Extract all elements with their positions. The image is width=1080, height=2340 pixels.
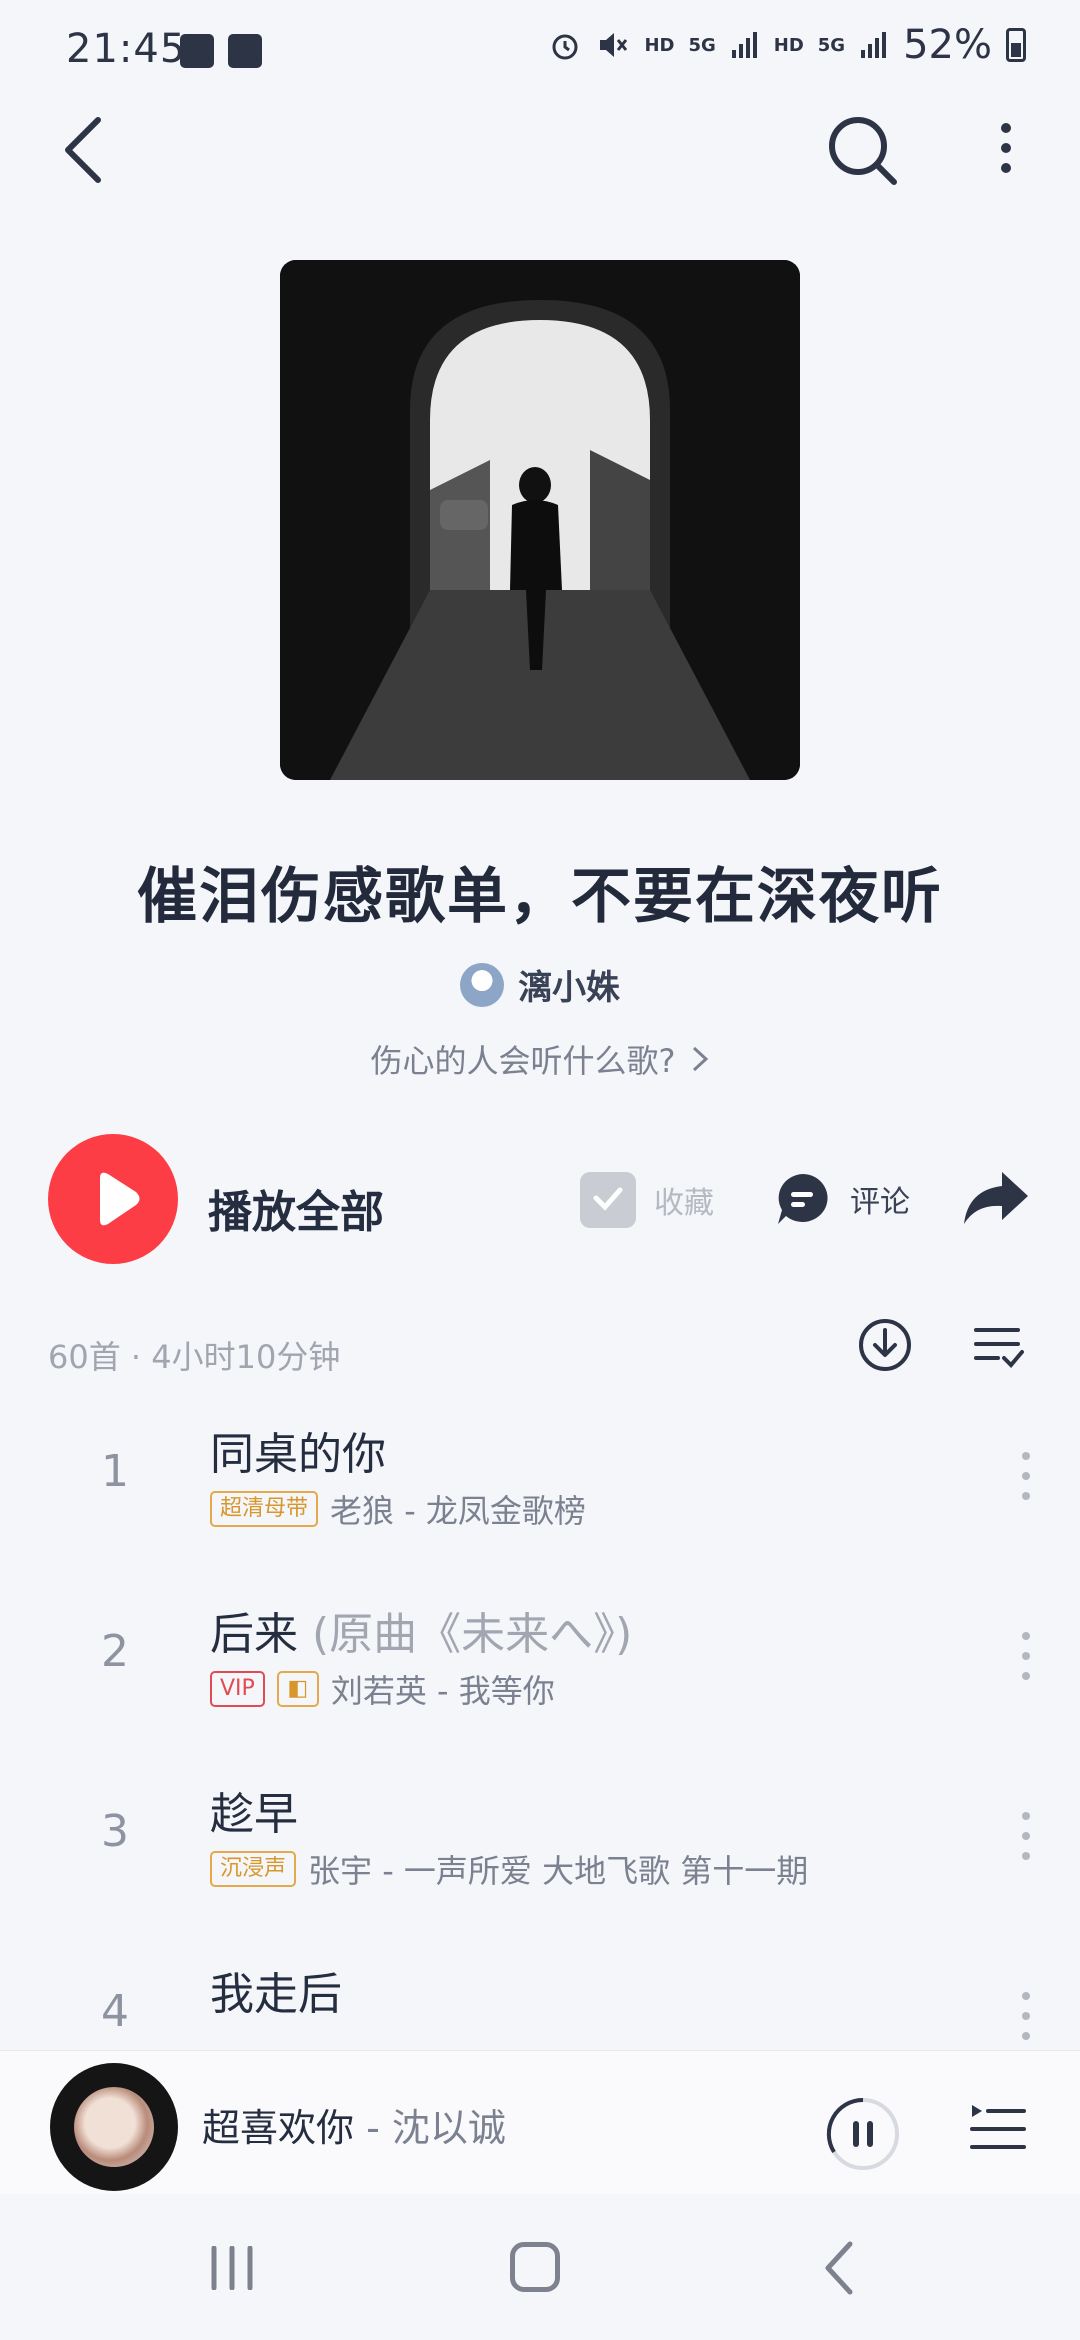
song-index: 4 <box>101 1986 129 2037</box>
quality-badge: 超清母带 <box>210 1491 319 1527</box>
network-5g-label: 5G <box>688 34 716 56</box>
battery-percent: 52% <box>903 22 992 68</box>
playlist-cover[interactable] <box>280 260 800 780</box>
network-5g-label-2: 5G <box>817 34 846 56</box>
song-subline: 沉浸声 张宇 - 一声所爱 大地飞歌 第十一期 <box>210 1846 808 1892</box>
now-playing-disc[interactable] <box>50 2063 178 2191</box>
song-index: 3 <box>101 1806 129 1857</box>
play-all-label[interactable]: 播放全部 <box>208 1176 384 1240</box>
playlist-title: 催泪伤感歌单，不要在深夜听 <box>137 862 943 932</box>
song-title: 后来 (原曲《未来へ》) <box>210 1609 633 1660</box>
home-button[interactable] <box>510 2242 560 2292</box>
song-title: 趁早 <box>210 1789 298 1840</box>
cover-image <box>280 260 800 780</box>
description-text: 伤心的人会听什么歌? <box>370 1042 676 1080</box>
pause-icon[interactable] <box>826 2097 900 2171</box>
vertical-dots-icon[interactable] <box>1020 1626 1032 1686</box>
play-icon <box>100 1172 140 1226</box>
signal-icon-2 <box>861 32 887 58</box>
author-name[interactable]: 漓小姝 <box>518 960 620 1009</box>
vertical-dots-icon[interactable] <box>1020 1446 1032 1506</box>
now-playing-title: 超喜欢你 <box>202 2106 355 2150</box>
song-index: 1 <box>101 1446 129 1497</box>
playlist-meta: 60首 · 4小时10分钟 <box>48 1338 341 1376</box>
comment-button[interactable]: 评论 <box>774 1170 910 1228</box>
song-title: 同桌的你 <box>210 1429 386 1480</box>
network-hd-label: HD <box>644 34 675 56</box>
status-notification-icons <box>180 34 262 68</box>
comment-label: 评论 <box>850 1185 910 1220</box>
playlist-author[interactable]: 漓小姝 <box>0 960 1080 1009</box>
song-subline: VIP ◧ 刘若英 - 我等你 <box>210 1666 555 1712</box>
system-navigation-bar <box>0 2194 1080 2340</box>
collect-icon <box>580 1172 636 1228</box>
share-icon[interactable] <box>962 1168 1030 1228</box>
comment-icon <box>778 1174 828 1224</box>
now-playing-text[interactable]: 超喜欢你 - 沈以诚 <box>202 2097 506 2152</box>
song-row[interactable]: 3 趁早 沉浸声 张宇 - 一声所爱 大地飞歌 第十一期 <box>0 1756 1080 1936</box>
song-row[interactable]: 1 同桌的你 超清母带 老狼 - 龙凤金歌榜 <box>0 1396 1080 1576</box>
recent-apps-icon[interactable] <box>208 2246 256 2290</box>
search-icon[interactable] <box>822 110 902 190</box>
song-subline: 超清母带 老狼 - 龙凤金歌榜 <box>210 1486 586 1532</box>
vertical-dots-icon[interactable] <box>986 118 1026 178</box>
status-time: 21:45 <box>66 26 187 72</box>
mute-icon <box>600 33 628 57</box>
chevron-right-icon <box>692 1046 708 1072</box>
signal-icon <box>731 32 757 58</box>
song-artist: 张宇 - 一声所爱 大地飞歌 第十一期 <box>308 1852 809 1890</box>
play-all-button[interactable] <box>48 1134 178 1264</box>
chevron-left-icon[interactable] <box>56 110 116 190</box>
vertical-dots-icon[interactable] <box>1020 1986 1032 2046</box>
now-playing-artist: - 沈以诚 <box>354 2106 506 2150</box>
author-avatar[interactable] <box>460 962 504 1007</box>
dolby-badge-icon: ◧ <box>276 1671 319 1707</box>
song-index: 2 <box>101 1626 129 1677</box>
multi-select-icon[interactable] <box>974 1324 1024 1370</box>
song-title-note: (原曲《未来へ》) <box>298 1609 633 1660</box>
play-queue-icon[interactable] <box>970 2101 1026 2157</box>
song-artist: 刘若英 - 我等你 <box>330 1672 555 1710</box>
song-row[interactable]: 2 后来 (原曲《未来へ》) VIP ◧ 刘若英 - 我等你 <box>0 1576 1080 1756</box>
status-right: HD 5G HD 5G 52% <box>548 22 1026 68</box>
battery-icon <box>1006 28 1026 62</box>
playlist-description[interactable]: 伤心的人会听什么歌? <box>0 1036 1080 1082</box>
quality-badge: 沉浸声 <box>210 1851 297 1887</box>
alarm-icon <box>552 34 578 60</box>
vip-badge: VIP <box>210 1671 265 1707</box>
mini-player[interactable]: 超喜欢你 - 沈以诚 <box>0 2050 1080 2194</box>
system-back-icon[interactable] <box>820 2240 860 2296</box>
image-notification-icon <box>180 34 214 68</box>
download-icon[interactable] <box>858 1318 912 1372</box>
vertical-dots-icon[interactable] <box>1020 1806 1032 1866</box>
now-playing-artwork <box>74 2087 154 2167</box>
collect-button[interactable]: 收藏 <box>580 1172 714 1228</box>
checkbox-notification-icon <box>228 34 262 68</box>
network-hd-label-2: HD <box>773 34 804 56</box>
song-artist: 老狼 - 龙凤金歌榜 <box>330 1492 586 1530</box>
song-title: 我走后 <box>210 1969 342 2020</box>
collect-label: 收藏 <box>654 1186 714 1221</box>
